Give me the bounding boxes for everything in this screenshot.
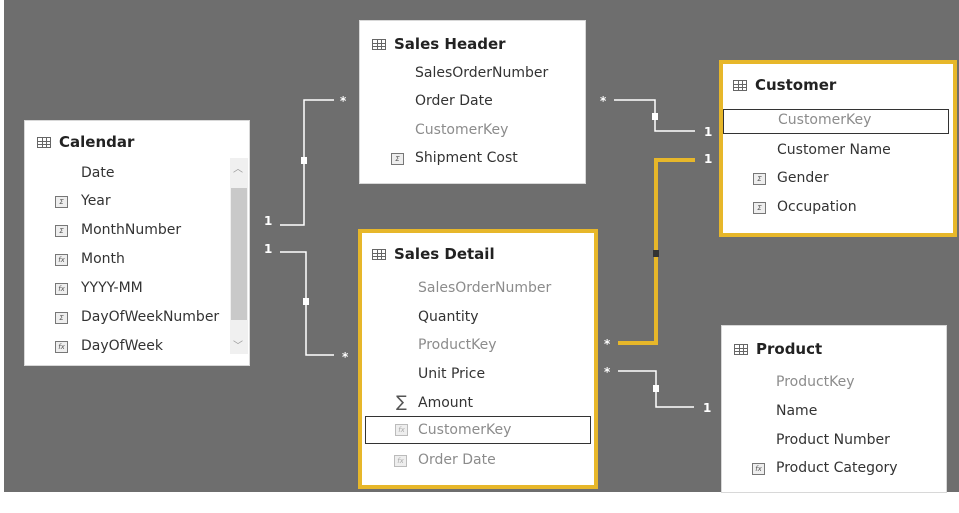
field-year[interactable]: Year bbox=[81, 193, 111, 209]
cardinality-many-salesheader: * bbox=[340, 94, 347, 108]
field-productkey[interactable]: ProductKey bbox=[418, 337, 497, 353]
calculator-icon: Σ bbox=[753, 202, 766, 214]
field-salesordernumber[interactable]: SalesOrderNumber bbox=[415, 65, 548, 81]
cardinality-one-customer-detail: 1 bbox=[704, 152, 713, 166]
field-dayofweek[interactable]: DayOfWeek bbox=[81, 338, 163, 354]
relationship-salesheader-customer[interactable] bbox=[614, 99, 695, 132]
calculated-column-icon: fx bbox=[55, 341, 68, 353]
relationship-salesdetail-product[interactable] bbox=[618, 370, 694, 408]
calculator-icon: Σ bbox=[753, 173, 766, 185]
calculator-icon: Σ bbox=[391, 153, 404, 165]
field-order-date[interactable]: Order Date bbox=[418, 452, 496, 468]
field-salesordernumber[interactable]: SalesOrderNumber bbox=[418, 280, 551, 296]
field-order-date[interactable]: Order Date bbox=[415, 93, 493, 109]
calculator-icon: Σ bbox=[55, 312, 68, 324]
table-header[interactable]: Sales Detail bbox=[372, 245, 495, 263]
table-header[interactable]: Product bbox=[734, 340, 822, 358]
field-customerkey-selected[interactable]: fx CustomerKey bbox=[365, 416, 591, 444]
calculated-column-icon: fx bbox=[395, 424, 408, 436]
field-customer-name[interactable]: Customer Name bbox=[777, 142, 891, 158]
calculated-column-icon: fx bbox=[394, 455, 407, 467]
table-icon bbox=[733, 79, 747, 91]
field-occupation[interactable]: Occupation bbox=[777, 199, 857, 215]
calculated-column-icon: fx bbox=[752, 463, 765, 475]
table-customer[interactable]: Customer CustomerKey Customer Name Σ Gen… bbox=[719, 60, 957, 237]
field-date[interactable]: Date bbox=[81, 165, 114, 181]
table-title: Sales Header bbox=[394, 35, 506, 53]
table-title: Customer bbox=[755, 76, 837, 94]
cardinality-many-salesheader-customer: * bbox=[600, 94, 607, 108]
table-sales-detail[interactable]: Sales Detail SalesOrderNumber Quantity P… bbox=[358, 229, 598, 489]
calculator-icon: Σ bbox=[55, 225, 68, 237]
field-customerkey-selected[interactable]: CustomerKey bbox=[723, 109, 949, 134]
table-title: Calendar bbox=[59, 133, 135, 151]
field-unit-price[interactable]: Unit Price bbox=[418, 366, 485, 382]
table-icon bbox=[37, 136, 51, 148]
cardinality-many-salesdetail-customer: * bbox=[604, 337, 611, 351]
table-header[interactable]: Calendar bbox=[37, 133, 134, 151]
field-product-number[interactable]: Product Number bbox=[776, 432, 890, 448]
calculated-column-icon: fx bbox=[55, 254, 68, 266]
field-month[interactable]: Month bbox=[81, 251, 125, 267]
cardinality-many-salesdetail-calendar: * bbox=[342, 350, 349, 364]
table-title: Product bbox=[756, 340, 823, 358]
cardinality-many-salesdetail-product: * bbox=[604, 365, 611, 379]
relationship-salesdetail-customer[interactable] bbox=[618, 158, 695, 345]
table-icon bbox=[372, 38, 386, 50]
field-amount[interactable]: Amount bbox=[418, 395, 473, 411]
field-shipment-cost[interactable]: Shipment Cost bbox=[415, 150, 518, 166]
chevron-down-icon[interactable]: ﹀ bbox=[233, 337, 243, 352]
field-dayofweeknumber[interactable]: DayOfWeekNumber bbox=[81, 309, 219, 325]
field-monthnumber[interactable]: MonthNumber bbox=[81, 222, 181, 238]
field-name[interactable]: Name bbox=[776, 403, 817, 419]
table-sales-header[interactable]: Sales Header SalesOrderNumber Order Date… bbox=[359, 20, 586, 184]
table-icon bbox=[734, 343, 748, 355]
cardinality-one-product: 1 bbox=[703, 401, 712, 415]
cardinality-one-calendar-detail: 1 bbox=[264, 242, 273, 256]
table-calendar[interactable]: Calendar Date Σ Year Σ MonthNumber fx Mo… bbox=[24, 120, 250, 366]
field-yyyy-mm[interactable]: YYYY-MM bbox=[81, 280, 143, 296]
field-customerkey-label: CustomerKey bbox=[418, 422, 512, 438]
field-gender[interactable]: Gender bbox=[777, 170, 829, 186]
scrollbar-thumb[interactable] bbox=[231, 188, 247, 320]
sigma-measure-icon: ∑ bbox=[396, 392, 407, 411]
relationship-calendar-salesdetail[interactable] bbox=[280, 251, 334, 356]
field-productkey[interactable]: ProductKey bbox=[776, 374, 855, 390]
field-quantity[interactable]: Quantity bbox=[418, 309, 479, 325]
field-customerkey[interactable]: CustomerKey bbox=[415, 122, 508, 138]
field-product-category[interactable]: Product Category bbox=[776, 460, 898, 476]
chevron-up-icon[interactable]: ︿ bbox=[233, 160, 243, 175]
calculator-icon: Σ bbox=[55, 196, 68, 208]
table-product[interactable]: Product ProductKey Name Product Number f… bbox=[721, 325, 947, 493]
cardinality-one-customer-header: 1 bbox=[704, 125, 713, 139]
cardinality-one-calendar-header: 1 bbox=[264, 214, 273, 228]
table-header[interactable]: Sales Header bbox=[372, 35, 506, 53]
table-icon bbox=[372, 248, 386, 260]
calendar-scrollbar[interactable]: ︿ ﹀ bbox=[230, 158, 248, 354]
calculated-column-icon: fx bbox=[55, 283, 68, 295]
table-header[interactable]: Customer bbox=[733, 76, 836, 94]
table-title: Sales Detail bbox=[394, 245, 495, 263]
relationship-calendar-salesheader[interactable] bbox=[280, 99, 334, 226]
